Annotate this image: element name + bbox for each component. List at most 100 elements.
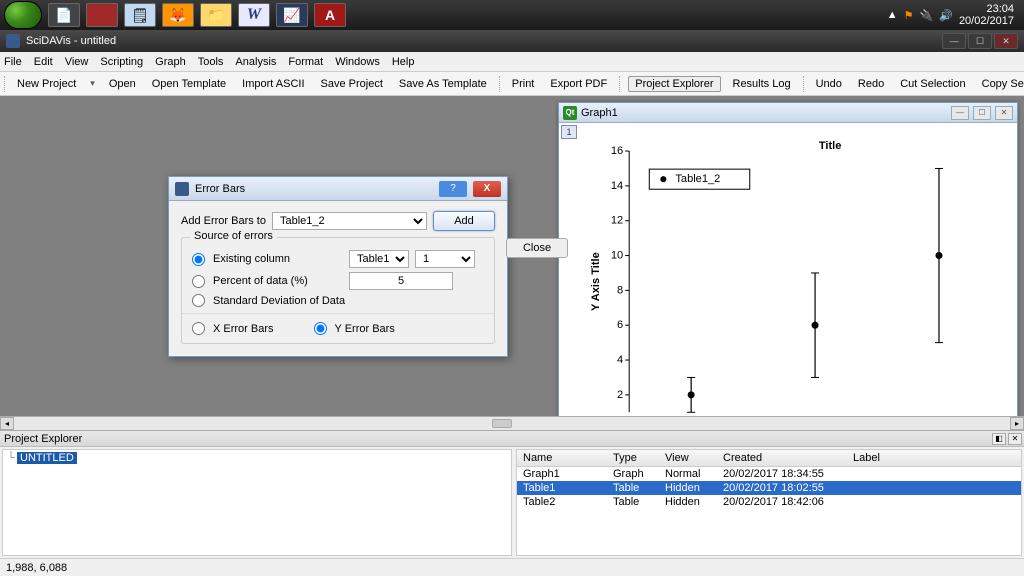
- list-header[interactable]: Name Type View Created Label: [517, 450, 1021, 467]
- app-icon: [6, 34, 20, 48]
- h-scrollbar[interactable]: ◂ ▸: [0, 416, 1024, 430]
- undo-button[interactable]: Undo: [812, 77, 846, 91]
- svg-text:6: 6: [617, 319, 623, 331]
- svg-text:4: 4: [617, 354, 623, 366]
- existing-column-radio[interactable]: [192, 253, 205, 266]
- svg-text:10: 10: [611, 250, 623, 262]
- list-item[interactable]: Graph1GraphNormal20/02/2017 18:34:55: [517, 467, 1021, 481]
- menu-format[interactable]: Format: [288, 56, 323, 68]
- tree-root-node[interactable]: UNTITLED: [17, 452, 77, 464]
- scidavis-window: SciDAVis - untitled — ☐ ✕ File Edit View…: [0, 30, 1024, 576]
- project-explorer-button[interactable]: Project Explorer: [628, 76, 720, 92]
- dialog-title: Error Bars: [195, 183, 245, 195]
- dialog-titlebar[interactable]: Error Bars ? X: [169, 177, 507, 201]
- adobe-icon[interactable]: A: [314, 3, 346, 27]
- task-icon[interactable]: 📄: [48, 3, 80, 27]
- dialog-help-button[interactable]: ?: [439, 181, 467, 197]
- menu-help[interactable]: Help: [392, 56, 415, 68]
- x-error-radio[interactable]: [192, 322, 205, 335]
- add-to-select[interactable]: Table1_2: [272, 212, 427, 230]
- menu-view[interactable]: View: [65, 56, 89, 68]
- tray-clock[interactable]: 23:04 20/02/2017: [959, 3, 1014, 27]
- mdi-area: Qt Graph1 — ☐ ✕ 1 TitleY Axis Title24681…: [0, 96, 1024, 430]
- percent-input[interactable]: [349, 272, 453, 290]
- tree-collapse-icon[interactable]: └: [5, 452, 17, 464]
- word-icon[interactable]: W: [238, 3, 270, 27]
- explorer-icon[interactable]: 📁: [200, 3, 232, 27]
- tray-vol-icon[interactable]: 🔊: [939, 9, 953, 22]
- svg-text:16: 16: [611, 145, 623, 157]
- start-button[interactable]: [4, 1, 42, 29]
- app-title: SciDAVis - untitled: [26, 35, 116, 47]
- tray-flag-icon[interactable]: ▲: [887, 9, 898, 21]
- dialog-icon: [175, 182, 189, 196]
- menu-edit[interactable]: Edit: [34, 56, 53, 68]
- sub-close-button[interactable]: ✕: [995, 106, 1013, 120]
- stddev-label: Standard Deviation of Data: [213, 295, 345, 307]
- sub-maximize-button[interactable]: ☐: [973, 106, 991, 120]
- sub-minimize-button[interactable]: —: [951, 106, 969, 120]
- panel-float-button[interactable]: ◧: [992, 433, 1006, 445]
- dropdown-icon[interactable]: ▾: [88, 78, 97, 89]
- project-tree[interactable]: └UNTITLED: [2, 449, 512, 556]
- svg-text:Y Axis Title: Y Axis Title: [590, 252, 602, 311]
- source-group-label: Source of errors: [190, 230, 277, 242]
- save-project-button[interactable]: Save Project: [317, 77, 387, 91]
- percent-radio[interactable]: [192, 275, 205, 288]
- firefox-icon[interactable]: 🦊: [162, 3, 194, 27]
- existing-col-select[interactable]: 1: [415, 250, 475, 268]
- statusbar: 1,988, 6,088: [0, 558, 1024, 576]
- cut-button[interactable]: Cut Selection: [896, 77, 969, 91]
- list-item[interactable]: Table1TableHidden20/02/2017 18:02:55: [517, 481, 1021, 495]
- svg-text:2: 2: [617, 389, 623, 401]
- y-error-radio[interactable]: [314, 322, 327, 335]
- plot-canvas[interactable]: TitleY Axis Title246810121416Table1_2: [589, 141, 1011, 422]
- menu-file[interactable]: File: [4, 56, 22, 68]
- tray-net-icon[interactable]: 🔌: [920, 9, 934, 22]
- qt-icon: Qt: [563, 106, 577, 120]
- layer-button[interactable]: 1: [561, 125, 577, 139]
- print-button[interactable]: Print: [508, 77, 539, 91]
- project-explorer-panel: Project Explorer ◧ ✕ └UNTITLED Name Type…: [0, 430, 1024, 558]
- new-project-button[interactable]: New Project: [13, 77, 80, 91]
- add-to-label: Add Error Bars to: [181, 215, 266, 227]
- menu-scripting[interactable]: Scripting: [100, 56, 143, 68]
- stddev-radio[interactable]: [192, 294, 205, 307]
- redo-button[interactable]: Redo: [854, 77, 888, 91]
- close-button[interactable]: ✕: [994, 33, 1018, 49]
- open-template-button[interactable]: Open Template: [148, 77, 230, 91]
- minimize-button[interactable]: —: [942, 33, 966, 49]
- results-log-button[interactable]: Results Log: [729, 77, 795, 91]
- task-icon[interactable]: 🗒: [124, 3, 156, 27]
- maximize-button[interactable]: ☐: [968, 33, 992, 49]
- menu-tools[interactable]: Tools: [198, 56, 224, 68]
- scroll-left-icon: ◂: [0, 417, 14, 430]
- import-ascii-button[interactable]: Import ASCII: [238, 77, 308, 91]
- percent-label: Percent of data (%): [213, 275, 343, 287]
- save-template-button[interactable]: Save As Template: [395, 77, 491, 91]
- export-pdf-button[interactable]: Export PDF: [546, 77, 611, 91]
- open-button[interactable]: Open: [105, 77, 140, 91]
- panel-close-button[interactable]: ✕: [1008, 433, 1022, 445]
- dialog-close-button[interactable]: X: [473, 181, 501, 197]
- graph-window-titlebar[interactable]: Qt Graph1 — ☐ ✕: [559, 103, 1017, 123]
- x-error-label: X Error Bars: [213, 323, 274, 335]
- tray-av-icon[interactable]: ⚑: [904, 9, 914, 22]
- svg-text:Table1_2: Table1_2: [675, 173, 720, 185]
- copy-button[interactable]: Copy Selection: [978, 77, 1024, 91]
- list-item[interactable]: Table2TableHidden20/02/2017 18:42:06: [517, 495, 1021, 509]
- task-icon[interactable]: [86, 3, 118, 27]
- menu-graph[interactable]: Graph: [155, 56, 186, 68]
- menu-analysis[interactable]: Analysis: [235, 56, 276, 68]
- existing-table-select[interactable]: Table1: [349, 250, 409, 268]
- error-bars-dialog: Error Bars ? X Add Error Bars to Table1_…: [168, 176, 508, 357]
- scidavis-task-icon[interactable]: 📈: [276, 3, 308, 27]
- project-explorer-header: Project Explorer ◧ ✕: [0, 431, 1024, 447]
- menubar: File Edit View Scripting Graph Tools Ana…: [0, 52, 1024, 72]
- existing-column-label: Existing column: [213, 253, 343, 265]
- toolbar: New Project ▾ Open Open Template Import …: [0, 72, 1024, 96]
- project-explorer-title: Project Explorer: [4, 433, 82, 445]
- menu-windows[interactable]: Windows: [335, 56, 380, 68]
- close-button[interactable]: Close: [506, 238, 568, 258]
- add-button[interactable]: Add: [433, 211, 495, 231]
